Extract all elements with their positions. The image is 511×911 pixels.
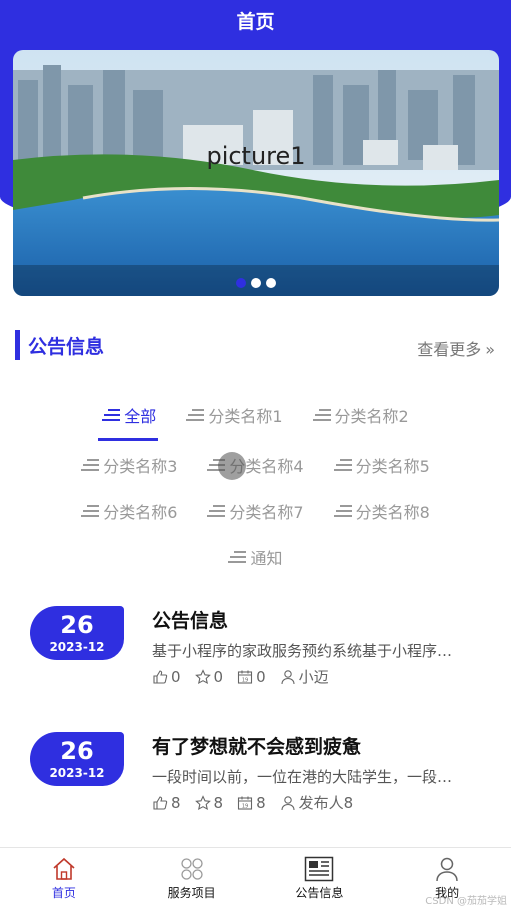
touch-indicator	[218, 452, 246, 480]
category-label: 分类名称3	[103, 457, 178, 476]
category-label: 分类名称6	[103, 503, 178, 522]
watermark: CSDN @茄茄学姐	[425, 896, 507, 907]
banner-caption: picture1	[206, 142, 306, 170]
grid-icon	[180, 858, 203, 880]
list-icon	[228, 551, 247, 563]
list-icon	[102, 409, 121, 421]
category-label: 分类名称5	[355, 457, 430, 476]
tab-notices[interactable]: 公告信息	[256, 848, 384, 911]
svg-text:19: 19	[242, 803, 248, 809]
list-item[interactable]: 26 2023-12 有了梦想就不会感到疲惫 一段时间以前，一位在港的大陆学生，…	[0, 724, 511, 824]
home-icon	[53, 857, 75, 880]
section-accent-bar	[15, 330, 20, 360]
category-tab[interactable]: 分类名称7	[207, 499, 304, 523]
newspaper-icon	[305, 856, 334, 882]
notice-section-header: 公告信息 查看更多»	[15, 328, 495, 362]
double-chevron-right-icon: »	[485, 340, 495, 359]
date-year-month: 2023-12	[49, 766, 105, 780]
section-title: 公告信息	[28, 336, 105, 358]
author-stat: 发布人8	[280, 792, 354, 813]
category-tab[interactable]: 分类名称2	[312, 403, 409, 427]
carousel-dot[interactable]	[251, 278, 261, 288]
date-badge: 26 2023-12	[30, 606, 124, 660]
favorites-count: 8	[213, 793, 224, 812]
news-title: 公告信息	[152, 610, 229, 632]
banner-image	[13, 50, 499, 296]
category-tab[interactable]: 分类名称1	[186, 403, 283, 427]
tab-label: 服务项目	[167, 886, 216, 900]
category-tab[interactable]: 分类名称3	[81, 453, 177, 477]
list-icon	[207, 505, 226, 517]
author-stat: 小迈	[280, 666, 329, 687]
user-icon	[281, 669, 295, 684]
star-icon	[194, 668, 211, 684]
date-year-month: 2023-12	[49, 640, 105, 654]
news-description: 基于小程序的家政服务预约系统基于小程序的家政服务预约系统	[152, 642, 467, 660]
news-stats: 8 8 19 8 发布人8	[152, 792, 353, 813]
star-icon	[194, 794, 211, 810]
category-tab-all[interactable]: 全部	[98, 403, 159, 441]
carousel-dot[interactable]	[236, 278, 246, 288]
thumb-up-icon	[153, 669, 168, 684]
views-stat: 19 0	[237, 668, 266, 686]
user-icon	[436, 857, 458, 882]
tab-home[interactable]: 首页	[0, 848, 128, 911]
list-icon	[186, 409, 205, 421]
list-icon	[312, 409, 331, 421]
home-page: 首页 picture1 公告信息 查看更多 » 全部 分类名称1 分类名称2 分…	[0, 0, 511, 911]
date-day: 26	[60, 611, 94, 639]
category-tab[interactable]: 分类名称8	[333, 499, 430, 523]
calendar-icon: 19	[238, 670, 253, 684]
category-tab[interactable]: 分类名称6	[81, 499, 177, 523]
news-stats: 0 0 19 0 小迈	[152, 666, 329, 687]
date-badge: 26 2023-12	[30, 732, 124, 786]
carousel-indicators[interactable]	[13, 278, 499, 288]
view-more-link[interactable]: 查看更多»	[417, 336, 495, 360]
tab-services[interactable]: 服务项目	[128, 848, 256, 911]
list-icon	[81, 505, 100, 517]
tab-label: 首页	[51, 886, 76, 900]
category-label: 分类名称2	[334, 407, 409, 426]
likes-stat: 0	[152, 668, 181, 686]
tab-label: 公告信息	[295, 886, 344, 900]
views-stat: 19 8	[237, 794, 266, 812]
svg-text:19: 19	[242, 677, 248, 683]
category-label: 分类名称7	[229, 503, 304, 522]
category-label: 分类名称1	[208, 407, 283, 426]
author-name: 发布人8	[298, 794, 354, 812]
banner-carousel[interactable]: picture1	[13, 50, 499, 296]
news-title: 有了梦想就不会感到疲惫	[152, 736, 362, 758]
view-more-label: 查看更多	[417, 340, 482, 359]
user-icon	[281, 795, 295, 810]
thumb-up-icon	[153, 795, 168, 810]
likes-count: 0	[171, 667, 181, 686]
favorites-count: 0	[213, 667, 224, 686]
category-label: 通知	[250, 549, 283, 568]
views-count: 8	[256, 793, 266, 812]
list-icon	[333, 459, 352, 471]
date-day: 26	[60, 737, 94, 765]
calendar-icon: 19	[238, 796, 253, 810]
likes-count: 8	[171, 793, 181, 812]
category-label: 全部	[124, 407, 157, 426]
category-tab[interactable]: 分类名称5	[333, 453, 430, 477]
category-label: 分类名称8	[355, 503, 430, 522]
likes-stat: 8	[152, 794, 181, 812]
views-count: 0	[256, 667, 266, 686]
carousel-dot[interactable]	[266, 278, 276, 288]
list-icon	[81, 459, 100, 471]
page-title: 首页	[236, 11, 275, 33]
favorites-stat: 0	[194, 667, 224, 686]
list-item[interactable]: 26 2023-12 公告信息 基于小程序的家政服务预约系统基于小程序的家政服务…	[0, 598, 511, 698]
favorites-stat: 8	[194, 793, 224, 812]
news-description: 一段时间以前，一位在港的大陆学生，一段时间以前	[152, 768, 467, 786]
list-icon	[333, 505, 352, 517]
author-name: 小迈	[298, 668, 329, 686]
category-tab[interactable]: 通知	[228, 545, 283, 569]
